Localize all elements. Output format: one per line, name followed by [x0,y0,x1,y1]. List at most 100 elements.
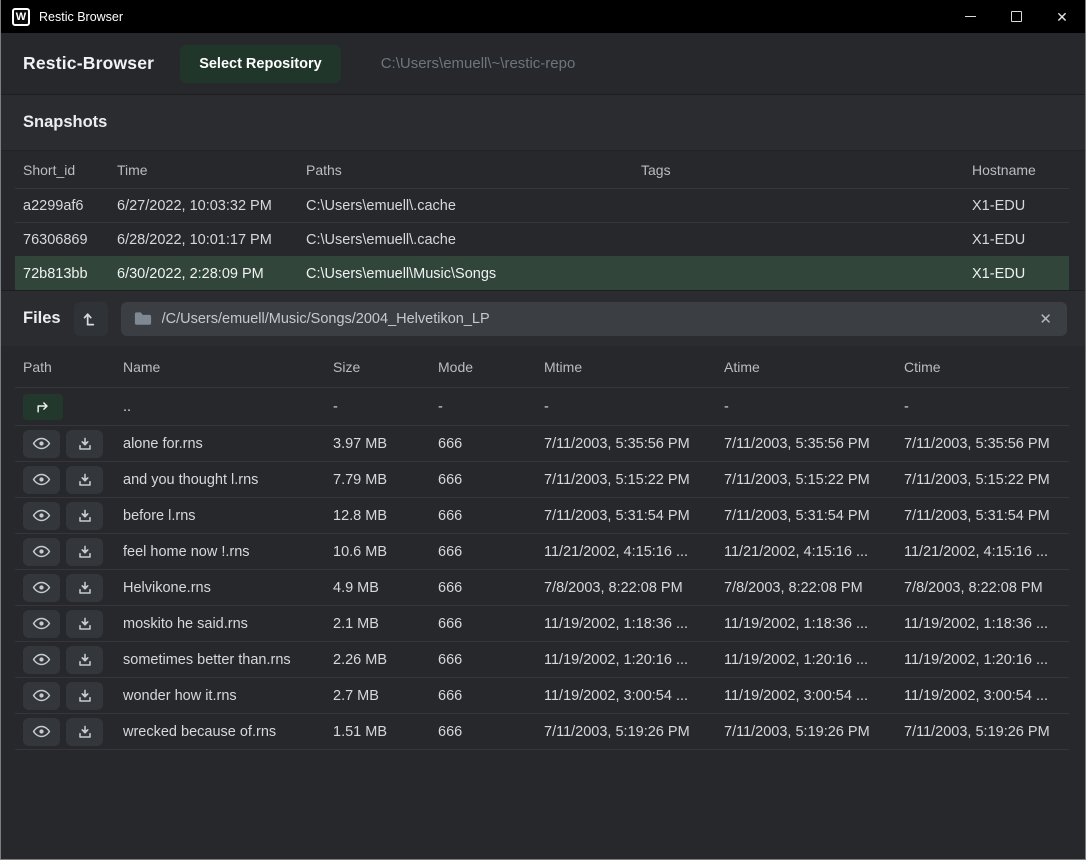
preview-file-button[interactable] [23,610,60,638]
download-file-button[interactable] [66,610,103,638]
eye-icon [32,436,51,451]
preview-file-button[interactable] [23,574,60,602]
preview-file-button[interactable] [23,538,60,566]
file-row[interactable]: alone for.rns 3.97 MB 666 7/11/2003, 5:3… [15,425,1069,461]
parent-name: .. [115,399,325,415]
file-row[interactable]: Helvikone.rns 4.9 MB 666 7/8/2003, 8:22:… [15,569,1069,605]
file-mode: 666 [430,472,536,488]
snapshot-paths: C:\Users\emuell\.cache [298,198,633,214]
file-row[interactable]: wonder how it.rns 2.7 MB 666 11/19/2002,… [15,677,1069,713]
file-mtime: 7/8/2003, 8:22:08 PM [536,580,716,596]
download-file-button[interactable] [66,718,103,746]
file-name: wonder how it.rns [115,688,325,704]
file-mtime: 11/19/2002, 1:18:36 ... [536,616,716,632]
file-actions [15,682,115,710]
files-section-header: Files /C/Users/emuell/Music/Songs/2004_H… [1,290,1085,346]
files-table-body: alone for.rns 3.97 MB 666 7/11/2003, 5:3… [1,425,1085,749]
select-repository-button[interactable]: Select Repository [180,45,341,83]
download-icon [77,544,93,560]
eye-icon [32,724,51,739]
download-file-button[interactable] [66,466,103,494]
preview-file-button[interactable] [23,682,60,710]
file-name: and you thought l.rns [115,472,325,488]
file-row[interactable]: and you thought l.rns 7.79 MB 666 7/11/2… [15,461,1069,497]
parent-ctime: - [896,399,1069,415]
file-size: 10.6 MB [325,544,430,560]
file-row[interactable]: feel home now !.rns 10.6 MB 666 11/21/20… [15,533,1069,569]
file-name: alone for.rns [115,436,325,452]
file-actions [15,502,115,530]
clear-path-button[interactable]: ✕ [1037,310,1054,328]
download-file-button[interactable] [66,574,103,602]
file-row[interactable]: moskito he said.rns 2.1 MB 666 11/19/200… [15,605,1069,641]
file-name: Helvikone.rns [115,580,325,596]
minimize-button[interactable] [947,0,993,33]
file-row[interactable]: wrecked because of.rns 1.51 MB 666 7/11/… [15,713,1069,749]
file-mtime: 7/11/2003, 5:31:54 PM [536,508,716,524]
snapshot-row[interactable]: 76306869 6/28/2022, 10:01:17 PM C:\Users… [15,222,1069,256]
titlebar: W Restic Browser ✕ [1,0,1085,33]
file-actions [15,574,115,602]
current-path-input[interactable]: /C/Users/emuell/Music/Songs/2004_Helveti… [121,302,1067,336]
col-name: Name [115,359,325,375]
col-paths: Paths [298,162,633,178]
eye-icon [32,472,51,487]
snapshot-hostname: X1-EDU [964,266,1069,282]
file-ctime: 7/11/2003, 5:19:26 PM [896,724,1069,740]
arrow-up-icon [82,310,99,327]
download-file-button[interactable] [66,682,103,710]
file-ctime: 7/11/2003, 5:31:54 PM [896,508,1069,524]
download-icon [77,688,93,704]
eye-icon [32,688,51,703]
col-hostname: Hostname [964,162,1069,178]
parent-size: - [325,399,430,415]
file-mode: 666 [430,688,536,704]
snapshot-row[interactable]: 72b813bb 6/30/2022, 2:28:09 PM C:\Users\… [15,256,1069,290]
close-button[interactable]: ✕ [1039,0,1085,33]
file-atime: 7/11/2003, 5:19:26 PM [716,724,896,740]
download-file-button[interactable] [66,538,103,566]
eye-icon [32,544,51,559]
go-parent-directory-button[interactable] [23,394,63,420]
download-file-button[interactable] [66,646,103,674]
file-atime: 11/19/2002, 3:00:54 ... [716,688,896,704]
snapshot-hostname: X1-EDU [964,232,1069,248]
col-size: Size [325,359,430,375]
file-name: feel home now !.rns [115,544,325,560]
preview-file-button[interactable] [23,646,60,674]
file-ctime: 11/21/2002, 4:15:16 ... [896,544,1069,560]
file-size: 12.8 MB [325,508,430,524]
download-file-button[interactable] [66,502,103,530]
col-path: Path [15,359,115,375]
file-atime: 11/21/2002, 4:15:16 ... [716,544,896,560]
preview-file-button[interactable] [23,502,60,530]
app-window: W Restic Browser ✕ Restic-Browser Select… [0,0,1086,860]
preview-file-button[interactable] [23,718,60,746]
download-file-button[interactable] [66,430,103,458]
file-mode: 666 [430,436,536,452]
file-actions [15,538,115,566]
maximize-button[interactable] [993,0,1039,33]
maximize-icon [1011,11,1022,22]
snapshot-short-id: 76306869 [15,232,109,248]
parent-atime: - [716,399,896,415]
eye-icon [32,616,51,631]
navigate-up-button[interactable] [74,302,108,336]
file-row[interactable]: sometimes better than.rns 2.26 MB 666 11… [15,641,1069,677]
page-title: Restic-Browser [23,53,154,74]
file-mtime: 11/19/2002, 1:20:16 ... [536,652,716,668]
file-ctime: 7/11/2003, 5:35:56 PM [896,436,1069,452]
snapshot-short-id: 72b813bb [15,266,109,282]
col-mode: Mode [430,359,536,375]
file-name: before l.rns [115,508,325,524]
file-actions [15,718,115,746]
col-tags: Tags [633,162,964,178]
file-mtime: 7/11/2003, 5:19:26 PM [536,724,716,740]
preview-file-button[interactable] [23,466,60,494]
file-size: 4.9 MB [325,580,430,596]
folder-icon [134,311,152,326]
snapshots-title: Snapshots [23,113,107,132]
snapshot-row[interactable]: a2299af6 6/27/2022, 10:03:32 PM C:\Users… [15,188,1069,222]
preview-file-button[interactable] [23,430,60,458]
file-row[interactable]: before l.rns 12.8 MB 666 7/11/2003, 5:31… [15,497,1069,533]
